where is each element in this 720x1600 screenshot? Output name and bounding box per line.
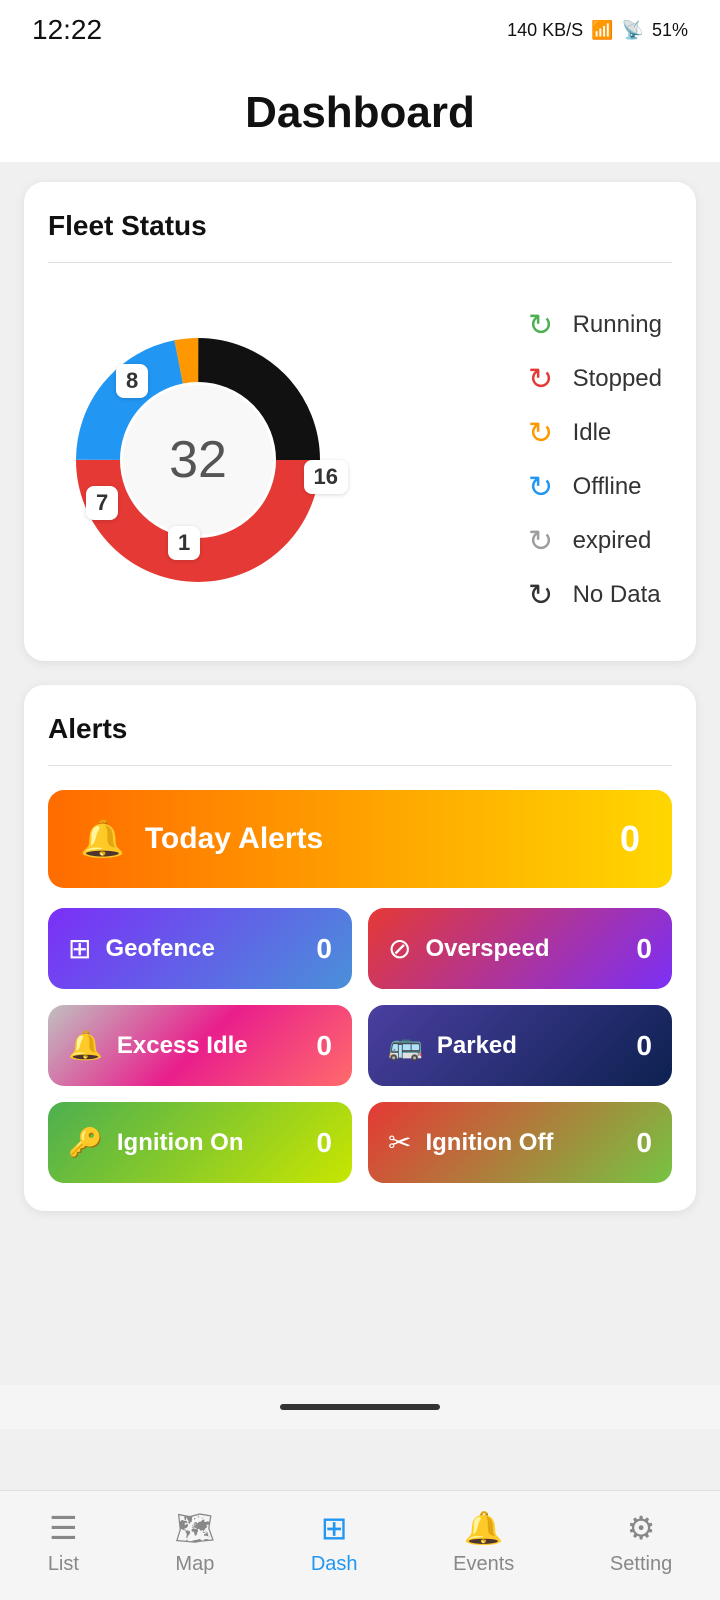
ignition-off-button[interactable]: ✂ Ignition Off 0 bbox=[368, 1102, 672, 1183]
fleet-content: 32 8 16 7 1 ↻ Running ↻ bbox=[48, 287, 672, 633]
today-alert-bell-icon: 🔔 bbox=[80, 818, 125, 860]
nav-events[interactable]: 🔔 Events bbox=[453, 1509, 514, 1576]
excess-idle-icon: 🔔 bbox=[68, 1029, 103, 1062]
legend-idle: ↻ Idle bbox=[523, 415, 662, 451]
nav-map[interactable]: 🗺 Map bbox=[175, 1509, 216, 1576]
ignition-on-label: Ignition On bbox=[117, 1129, 244, 1157]
legend-expired: ↻ expired bbox=[523, 523, 662, 559]
parked-left: 🚌 Parked bbox=[388, 1029, 517, 1062]
events-nav-icon: 🔔 bbox=[464, 1509, 504, 1547]
legend-offline: ↻ Offline bbox=[523, 469, 662, 505]
geofence-label: Geofence bbox=[105, 935, 214, 963]
seg-label-1: 1 bbox=[168, 526, 200, 560]
geofence-icon: ⊞ bbox=[68, 932, 91, 965]
status-bar: 12:22 140 KB/S 📶 📡 51% bbox=[0, 0, 720, 60]
legend-expired-label: expired bbox=[573, 527, 652, 555]
overspeed-label: Overspeed bbox=[425, 935, 549, 963]
ignition-off-icon: ✂ bbox=[388, 1126, 411, 1159]
donut-chart: 32 8 16 7 1 bbox=[58, 320, 338, 600]
today-alerts-button[interactable]: 🔔 Today Alerts 0 bbox=[48, 790, 672, 888]
setting-nav-label: Setting bbox=[610, 1553, 672, 1576]
parked-label: Parked bbox=[437, 1032, 517, 1060]
ignition-on-icon: 🔑 bbox=[68, 1126, 103, 1159]
fleet-total: 32 bbox=[169, 431, 227, 489]
seg-label-16: 16 bbox=[304, 460, 348, 494]
legend-idle-label: Idle bbox=[573, 419, 612, 447]
parked-button[interactable]: 🚌 Parked 0 bbox=[368, 1005, 672, 1086]
offline-icon: ↻ bbox=[523, 469, 559, 505]
battery: 51% bbox=[652, 20, 688, 41]
events-nav-label: Events bbox=[453, 1553, 514, 1576]
page-title: Dashboard bbox=[0, 60, 720, 162]
map-nav-label: Map bbox=[175, 1553, 214, 1576]
seg-label-7: 7 bbox=[86, 486, 118, 520]
excess-idle-label: Excess Idle bbox=[117, 1032, 248, 1060]
geofence-button[interactable]: ⊞ Geofence 0 bbox=[48, 908, 352, 989]
legend-stopped: ↻ Stopped bbox=[523, 361, 662, 397]
geofence-left: ⊞ Geofence bbox=[68, 932, 215, 965]
alert-grid: ⊞ Geofence 0 ⊘ Overspeed 0 🔔 Excess Idle… bbox=[48, 908, 672, 1183]
home-indicator bbox=[0, 1385, 720, 1429]
alerts-title: Alerts bbox=[48, 713, 672, 745]
today-alerts-count: 0 bbox=[620, 818, 640, 860]
overspeed-count: 0 bbox=[636, 933, 652, 965]
nav-setting[interactable]: ⚙ Setting bbox=[610, 1509, 672, 1576]
parked-icon: 🚌 bbox=[388, 1029, 423, 1062]
wifi-icon: 📶 bbox=[591, 20, 613, 41]
nav-dash[interactable]: ⊞ Dash bbox=[311, 1509, 358, 1576]
legend-stopped-label: Stopped bbox=[573, 365, 662, 393]
excess-idle-button[interactable]: 🔔 Excess Idle 0 bbox=[48, 1005, 352, 1086]
ignition-off-count: 0 bbox=[636, 1127, 652, 1159]
parked-count: 0 bbox=[636, 1030, 652, 1062]
geofence-count: 0 bbox=[316, 933, 332, 965]
main-content: Fleet Status 32 bbox=[0, 162, 720, 1385]
fleet-status-card: Fleet Status 32 bbox=[24, 182, 696, 661]
overspeed-button[interactable]: ⊘ Overspeed 0 bbox=[368, 908, 672, 989]
overspeed-icon: ⊘ bbox=[388, 932, 411, 965]
ignitionoff-left: ✂ Ignition Off bbox=[388, 1126, 553, 1159]
ignition-on-button[interactable]: 🔑 Ignition On 0 bbox=[48, 1102, 352, 1183]
donut-center: 32 bbox=[169, 430, 227, 490]
nav-list[interactable]: ☰ List bbox=[48, 1509, 79, 1576]
list-nav-label: List bbox=[48, 1553, 79, 1576]
ignitionon-left: 🔑 Ignition On bbox=[68, 1126, 244, 1159]
dash-nav-icon: ⊞ bbox=[321, 1509, 348, 1547]
idle-icon: ↻ bbox=[523, 415, 559, 451]
setting-nav-icon: ⚙ bbox=[627, 1509, 656, 1547]
ignition-on-count: 0 bbox=[316, 1127, 332, 1159]
bottom-nav: ☰ List 🗺 Map ⊞ Dash 🔔 Events ⚙ Setting bbox=[0, 1490, 720, 1600]
alerts-divider bbox=[48, 765, 672, 766]
expired-icon: ↻ bbox=[523, 523, 559, 559]
legend-running: ↻ Running bbox=[523, 307, 662, 343]
excessidle-left: 🔔 Excess Idle bbox=[68, 1029, 248, 1062]
legend-running-label: Running bbox=[573, 311, 662, 339]
fleet-legend: ↻ Running ↻ Stopped ↻ Idle bbox=[523, 307, 662, 613]
status-time: 12:22 bbox=[32, 14, 102, 46]
status-icons: 140 KB/S 📶 📡 51% bbox=[507, 20, 688, 41]
network-speed: 140 KB/S bbox=[507, 20, 583, 41]
stopped-icon: ↻ bbox=[523, 361, 559, 397]
legend-offline-label: Offline bbox=[573, 473, 642, 501]
seg-label-8: 8 bbox=[116, 364, 148, 398]
nodata-icon: ↻ bbox=[523, 577, 559, 613]
overspeed-left: ⊘ Overspeed bbox=[388, 932, 550, 965]
fleet-divider bbox=[48, 262, 672, 263]
ignition-off-label: Ignition Off bbox=[425, 1129, 553, 1157]
fleet-status-title: Fleet Status bbox=[48, 210, 672, 242]
list-nav-icon: ☰ bbox=[49, 1509, 78, 1547]
dash-nav-label: Dash bbox=[311, 1553, 358, 1576]
signal-icon: 📡 bbox=[622, 20, 644, 41]
excess-idle-count: 0 bbox=[316, 1030, 332, 1062]
alerts-card: Alerts 🔔 Today Alerts 0 ⊞ Geofence 0 ⊘ bbox=[24, 685, 696, 1211]
home-bar bbox=[280, 1404, 440, 1410]
nav-spacer bbox=[24, 1235, 696, 1365]
legend-nodata: ↻ No Data bbox=[523, 577, 662, 613]
map-nav-icon: 🗺 bbox=[175, 1509, 216, 1547]
today-alerts-label: Today Alerts bbox=[145, 822, 323, 856]
today-alerts-left: 🔔 Today Alerts bbox=[80, 818, 323, 860]
running-icon: ↻ bbox=[523, 307, 559, 343]
legend-nodata-label: No Data bbox=[573, 581, 661, 609]
